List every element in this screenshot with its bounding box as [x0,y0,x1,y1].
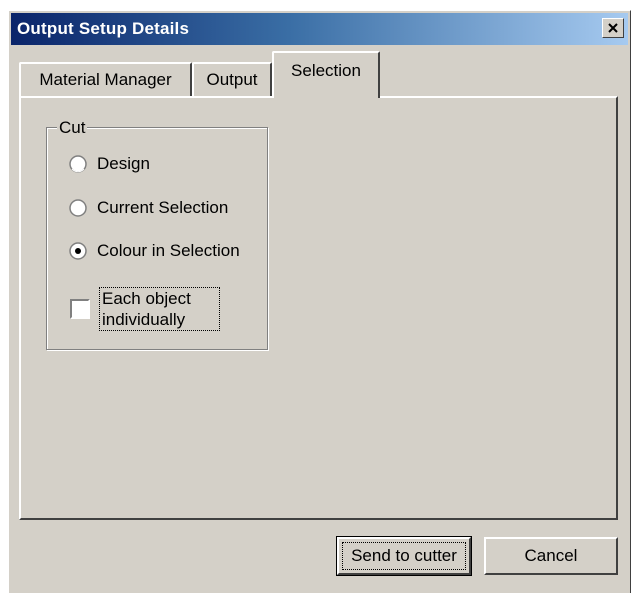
radio-current-selection-label: Current Selection [97,198,229,217]
tab-material-manager-label: Material Manager [39,70,172,89]
cancel-button[interactable]: Cancel [484,537,618,575]
close-button[interactable] [602,18,624,38]
window-title: Output Setup Details [17,19,190,38]
checkbox-label-line2: individually [102,310,186,329]
radio-unchecked-icon[interactable] [69,155,87,173]
close-icon [608,23,618,33]
checkbox-box[interactable] [70,299,90,319]
radio-design-label: Design [97,154,150,173]
radio-colour-in-selection-label: Colour in Selection [97,241,240,260]
cut-group-legend: Cut [57,118,88,138]
checkbox-label-line1: Each object [102,289,191,308]
cancel-label: Cancel [524,546,578,565]
radio-checked-icon[interactable] [69,242,87,260]
tab-selection-label: Selection [291,61,361,80]
tab-output[interactable]: Output [192,62,272,96]
tab-material-manager[interactable]: Material Manager [19,62,192,96]
radio-unchecked-icon[interactable] [69,199,87,217]
send-to-cutter-button[interactable]: Send to cutter [336,536,472,576]
tab-selection[interactable]: Selection [272,51,380,98]
tab-output-label: Output [206,70,258,89]
focus-rect [342,542,466,570]
checkbox-label: Each object individually [99,287,220,331]
title-bar[interactable]: Output Setup Details [11,13,628,45]
